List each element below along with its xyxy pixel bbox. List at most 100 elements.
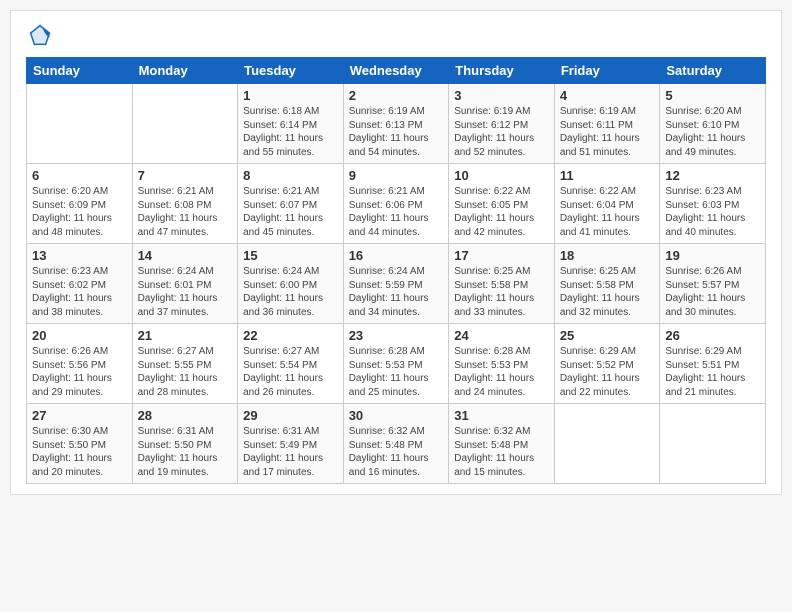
day-number: 27 xyxy=(32,408,127,423)
day-number: 18 xyxy=(560,248,655,263)
day-number: 3 xyxy=(454,88,549,103)
day-number: 12 xyxy=(665,168,760,183)
day-number: 2 xyxy=(349,88,444,103)
day-number: 21 xyxy=(138,328,233,343)
calendar-cell: 15 Sunrise: 6:24 AM Sunset: 6:00 PM Dayli… xyxy=(238,244,344,324)
day-info: Sunrise: 6:24 AM Sunset: 6:01 PM Dayligh… xyxy=(138,265,233,319)
header-row: SundayMondayTuesdayWednesdayThursdayFrid… xyxy=(27,58,766,84)
calendar-cell xyxy=(554,404,660,484)
week-row-5: 27 Sunrise: 6:30 AM Sunset: 5:50 PM Dayli… xyxy=(27,404,766,484)
calendar-cell: 16Sunrise: 6:24 AM Sunset: 5:59 PM Dayli… xyxy=(343,244,449,324)
calendar-cell: 14 Sunrise: 6:24 AM Sunset: 6:01 PM Dayli… xyxy=(132,244,238,324)
day-info: Sunrise: 6:31 AM Sunset: 5:50 PM Dayligh… xyxy=(138,425,233,479)
day-info: Sunrise: 6:22 AM Sunset: 6:05 PM Dayligh… xyxy=(454,185,549,239)
column-header-thursday: Thursday xyxy=(449,58,555,84)
day-info: Sunrise: 6:29 AM Sunset: 5:51 PM Dayligh… xyxy=(665,345,760,399)
day-number: 1 xyxy=(243,88,338,103)
calendar-cell: 2 Sunrise: 6:19 AM Sunset: 6:13 PM Daylig… xyxy=(343,84,449,164)
column-header-sunday: Sunday xyxy=(27,58,133,84)
calendar-cell: 24Sunrise: 6:28 AM Sunset: 5:53 PM Dayli… xyxy=(449,324,555,404)
calendar-cell: 26 Sunrise: 6:29 AM Sunset: 5:51 PM Dayli… xyxy=(660,324,766,404)
day-info: Sunrise: 6:19 AM Sunset: 6:13 PM Dayligh… xyxy=(349,105,444,159)
day-info: Sunrise: 6:23 AM Sunset: 6:02 PM Dayligh… xyxy=(32,265,127,319)
day-number: 30 xyxy=(349,408,444,423)
week-row-2: 6 Sunrise: 6:20 AM Sunset: 6:09 PM Daylig… xyxy=(27,164,766,244)
day-info: Sunrise: 6:21 AM Sunset: 6:08 PM Dayligh… xyxy=(138,185,233,239)
calendar-cell: 3 Sunrise: 6:19 AM Sunset: 6:12 PM Daylig… xyxy=(449,84,555,164)
calendar-cell: 13 Sunrise: 6:23 AM Sunset: 6:02 PM Dayli… xyxy=(27,244,133,324)
day-number: 22 xyxy=(243,328,338,343)
day-info: Sunrise: 6:28 AM Sunset: 5:53 PM Dayligh… xyxy=(349,345,444,399)
calendar-cell: 20 Sunrise: 6:26 AM Sunset: 5:56 PM Dayli… xyxy=(27,324,133,404)
day-info: Sunrise: 6:20 AM Sunset: 6:10 PM Dayligh… xyxy=(665,105,760,159)
week-row-1: 1 Sunrise: 6:18 AM Sunset: 6:14 PM Daylig… xyxy=(27,84,766,164)
day-number: 19 xyxy=(665,248,760,263)
column-header-saturday: Saturday xyxy=(660,58,766,84)
day-number: 29 xyxy=(243,408,338,423)
calendar-cell: 19 Sunrise: 6:26 AM Sunset: 5:57 PM Dayli… xyxy=(660,244,766,324)
column-header-friday: Friday xyxy=(554,58,660,84)
calendar-cell: 9Sunrise: 6:21 AM Sunset: 6:06 PM Daylig… xyxy=(343,164,449,244)
week-row-4: 20 Sunrise: 6:26 AM Sunset: 5:56 PM Dayli… xyxy=(27,324,766,404)
day-info: Sunrise: 6:26 AM Sunset: 5:56 PM Dayligh… xyxy=(32,345,127,399)
day-number: 14 xyxy=(138,248,233,263)
header xyxy=(26,21,766,49)
day-number: 9 xyxy=(349,168,444,183)
day-info: Sunrise: 6:18 AM Sunset: 6:14 PM Dayligh… xyxy=(243,105,338,159)
calendar-cell xyxy=(660,404,766,484)
week-row-3: 13 Sunrise: 6:23 AM Sunset: 6:02 PM Dayli… xyxy=(27,244,766,324)
logo-icon xyxy=(26,21,54,49)
day-info: Sunrise: 6:27 AM Sunset: 5:55 PM Dayligh… xyxy=(138,345,233,399)
day-number: 23 xyxy=(349,328,444,343)
calendar-cell: 7 Sunrise: 6:21 AM Sunset: 6:08 PM Daylig… xyxy=(132,164,238,244)
calendar-cell: 31 Sunrise: 6:32 AM Sunset: 5:48 PM Dayli… xyxy=(449,404,555,484)
calendar-cell: 11Sunrise: 6:22 AM Sunset: 6:04 PM Dayli… xyxy=(554,164,660,244)
day-info: Sunrise: 6:19 AM Sunset: 6:11 PM Dayligh… xyxy=(560,105,655,159)
day-info: Sunrise: 6:24 AM Sunset: 5:59 PM Dayligh… xyxy=(349,265,444,319)
day-info: Sunrise: 6:29 AM Sunset: 5:52 PM Dayligh… xyxy=(560,345,655,399)
day-info: Sunrise: 6:30 AM Sunset: 5:50 PM Dayligh… xyxy=(32,425,127,479)
calendar-container: SundayMondayTuesdayWednesdayThursdayFrid… xyxy=(10,10,782,495)
day-number: 20 xyxy=(32,328,127,343)
day-info: Sunrise: 6:26 AM Sunset: 5:57 PM Dayligh… xyxy=(665,265,760,319)
day-number: 25 xyxy=(560,328,655,343)
day-number: 6 xyxy=(32,168,127,183)
day-number: 7 xyxy=(138,168,233,183)
day-number: 13 xyxy=(32,248,127,263)
calendar-cell: 10 Sunrise: 6:22 AM Sunset: 6:05 PM Dayli… xyxy=(449,164,555,244)
day-info: Sunrise: 6:22 AM Sunset: 6:04 PM Dayligh… xyxy=(560,185,655,239)
day-info: Sunrise: 6:23 AM Sunset: 6:03 PM Dayligh… xyxy=(665,185,760,239)
calendar-cell: 4Sunrise: 6:19 AM Sunset: 6:11 PM Daylig… xyxy=(554,84,660,164)
calendar-cell: 28 Sunrise: 6:31 AM Sunset: 5:50 PM Dayli… xyxy=(132,404,238,484)
calendar-cell: 29 Sunrise: 6:31 AM Sunset: 5:49 PM Dayli… xyxy=(238,404,344,484)
day-number: 28 xyxy=(138,408,233,423)
calendar-cell: 30 Sunrise: 6:32 AM Sunset: 5:48 PM Dayli… xyxy=(343,404,449,484)
calendar-cell: 17 Sunrise: 6:25 AM Sunset: 5:58 PM Dayli… xyxy=(449,244,555,324)
day-info: Sunrise: 6:24 AM Sunset: 6:00 PM Dayligh… xyxy=(243,265,338,319)
calendar-cell: 25 Sunrise: 6:29 AM Sunset: 5:52 PM Dayli… xyxy=(554,324,660,404)
calendar-cell: 22 Sunrise: 6:27 AM Sunset: 5:54 PM Dayli… xyxy=(238,324,344,404)
day-number: 8 xyxy=(243,168,338,183)
day-info: Sunrise: 6:27 AM Sunset: 5:54 PM Dayligh… xyxy=(243,345,338,399)
column-header-monday: Monday xyxy=(132,58,238,84)
day-info: Sunrise: 6:32 AM Sunset: 5:48 PM Dayligh… xyxy=(454,425,549,479)
day-number: 26 xyxy=(665,328,760,343)
calendar-cell: 1 Sunrise: 6:18 AM Sunset: 6:14 PM Daylig… xyxy=(238,84,344,164)
day-number: 5 xyxy=(665,88,760,103)
column-header-tuesday: Tuesday xyxy=(238,58,344,84)
day-number: 17 xyxy=(454,248,549,263)
day-number: 15 xyxy=(243,248,338,263)
day-number: 10 xyxy=(454,168,549,183)
day-info: Sunrise: 6:32 AM Sunset: 5:48 PM Dayligh… xyxy=(349,425,444,479)
calendar-table: SundayMondayTuesdayWednesdayThursdayFrid… xyxy=(26,57,766,484)
day-info: Sunrise: 6:25 AM Sunset: 5:58 PM Dayligh… xyxy=(454,265,549,319)
day-info: Sunrise: 6:19 AM Sunset: 6:12 PM Dayligh… xyxy=(454,105,549,159)
calendar-cell: 12 Sunrise: 6:23 AM Sunset: 6:03 PM Dayli… xyxy=(660,164,766,244)
calendar-cell: 21 Sunrise: 6:27 AM Sunset: 5:55 PM Dayli… xyxy=(132,324,238,404)
day-info: Sunrise: 6:21 AM Sunset: 6:07 PM Dayligh… xyxy=(243,185,338,239)
calendar-cell: 6 Sunrise: 6:20 AM Sunset: 6:09 PM Daylig… xyxy=(27,164,133,244)
day-info: Sunrise: 6:20 AM Sunset: 6:09 PM Dayligh… xyxy=(32,185,127,239)
day-number: 31 xyxy=(454,408,549,423)
day-info: Sunrise: 6:31 AM Sunset: 5:49 PM Dayligh… xyxy=(243,425,338,479)
day-number: 24 xyxy=(454,328,549,343)
